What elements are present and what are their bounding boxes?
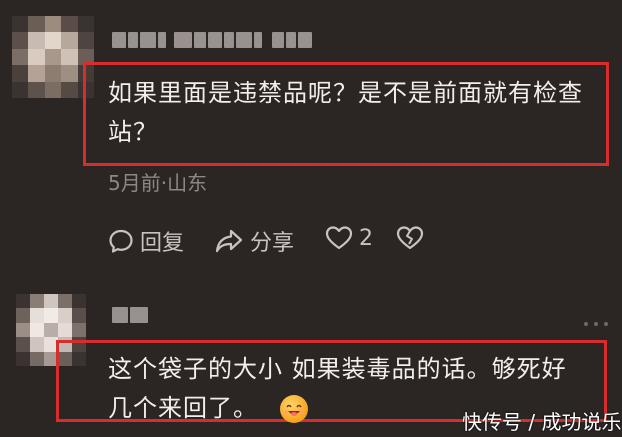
more-icon[interactable] <box>584 322 608 326</box>
reply-button[interactable]: 回复 <box>108 225 184 257</box>
reply-icon <box>109 229 133 253</box>
username-blurred[interactable] <box>112 31 314 49</box>
share-label: 分享 <box>250 231 295 256</box>
like-icon <box>325 226 353 250</box>
comment-text: 如果里面是违禁品呢？是不是前面就有检查 站？ <box>108 74 608 152</box>
comment-text-line: 如果里面是违禁品呢？是不是前面就有检查 <box>108 79 583 107</box>
comment-text-line2: 几个来回了。 <box>108 394 258 422</box>
comment-meta: 5月前·山东 <box>108 171 208 195</box>
share-icon <box>215 229 243 253</box>
dislike-icon <box>396 226 424 250</box>
watermark: 快传号 / 成功说乐 <box>462 410 622 434</box>
comment-text-line: 站？ <box>108 118 158 146</box>
emoji-icon <box>280 394 308 423</box>
avatar[interactable] <box>12 16 94 98</box>
comment-text-line: 这个袋子的大小 如果装毒品的话。够死好 <box>108 355 567 383</box>
username-blurred[interactable] <box>112 306 150 324</box>
dislike-button[interactable] <box>396 225 424 251</box>
reply-label: 回复 <box>140 231 185 256</box>
share-button[interactable]: 分享 <box>214 225 294 257</box>
like-button[interactable]: 2 <box>325 225 373 251</box>
like-count: 2 <box>359 225 373 251</box>
